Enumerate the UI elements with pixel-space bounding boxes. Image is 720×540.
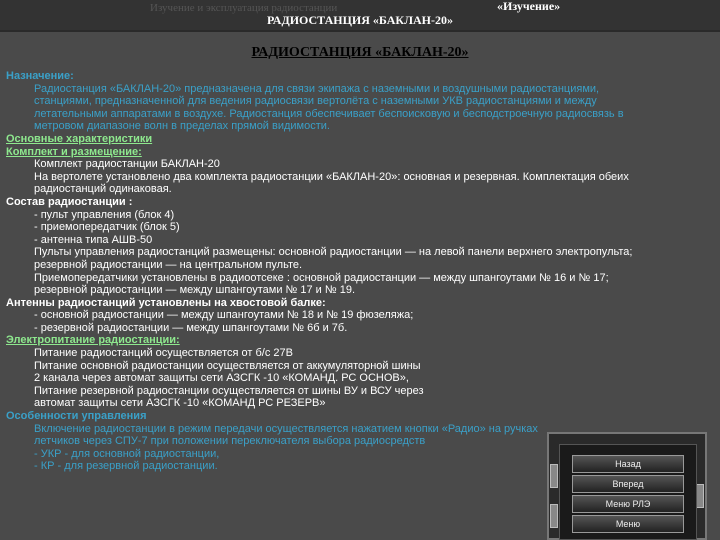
kit-line: радиостанций одинаковая. — [34, 183, 172, 196]
panel-hinge — [696, 484, 704, 508]
power-line: Питание основной радиостанции осуществля… — [34, 359, 421, 372]
composition-line: - антенна типа АШВ-50 — [34, 233, 153, 246]
panel-hinge — [550, 464, 558, 488]
mode-badge: «Изучение» — [497, 0, 561, 13]
composition-heading: Состав радиостанции : — [6, 195, 133, 208]
header-title: РАДИОСТАНЦИЯ «БАКЛАН-20» — [266, 13, 454, 27]
power-line: 2 канала через автомат защиты сети АЗСГК… — [34, 372, 409, 385]
composition-line: резервной радиостанции — между шпангоута… — [34, 284, 356, 297]
composition-line: Приемопередатчики установлены в радиоотс… — [34, 271, 609, 284]
power-line: Питание радиостанций осуществляется от б… — [34, 347, 293, 360]
kit-line: Комплект радиостанции БАКЛАН-20 — [34, 158, 220, 171]
rle-menu-button[interactable]: Меню РЛЭ — [572, 495, 684, 513]
kit-line: На вертолете установлено два комплекта р… — [34, 170, 629, 183]
power-line: Питание резервной радиостанции осуществл… — [34, 384, 424, 397]
characteristics-link[interactable]: Основные характеристики — [6, 133, 696, 146]
back-button[interactable]: Назад — [572, 455, 684, 473]
top-bar: Изучение и эксплуатация радиостанции «Из… — [0, 0, 720, 30]
divider — [0, 30, 720, 32]
page-title: РАДИОСТАНЦИЯ «БАКЛАН-20» — [251, 45, 469, 60]
purpose-line: метровом диапазоне волн в пределах прямо… — [34, 120, 330, 133]
power-heading[interactable]: Электропитание радиостанции: — [6, 334, 696, 347]
antennas-line: - резервной радиостанции — между шпангоу… — [34, 321, 348, 334]
composition-line: резервной радиостанции — на центральном … — [34, 258, 303, 271]
forward-button[interactable]: Вперед — [572, 475, 684, 493]
purpose-line: станциями, предназначенной для ведения р… — [34, 95, 597, 108]
antennas-line: - основной радиостанции — между шпангоут… — [34, 309, 414, 322]
composition-line: Пульты управления радиостанций размещены… — [34, 246, 633, 259]
antennas-heading: Антенны радиостанций установлены на хвос… — [6, 296, 326, 309]
purpose-line: Радиостанция «БАКЛАН-20» предназначена д… — [34, 82, 600, 95]
control-heading: Особенности управления — [6, 410, 147, 423]
main-content: Назначение: Радиостанция «БАКЛАН-20» пре… — [6, 70, 696, 473]
purpose-heading: Назначение: — [6, 70, 74, 82]
kit-heading[interactable]: Комплект и размещение: — [6, 146, 696, 159]
panel-hinge — [550, 504, 558, 528]
composition-line: - пульт управления (блок 4) — [34, 208, 175, 221]
navigation-buttons: Назад Вперед Меню РЛЭ Меню — [559, 444, 697, 540]
main-menu-button[interactable]: Меню — [572, 515, 684, 533]
composition-line: - приемопередатчик (блок 5) — [34, 221, 180, 234]
power-line: автомат защиты сети АЗСГК -10 «КОМАНД РС… — [34, 397, 326, 410]
purpose-line: летательными аппаратами в воздухе. Радио… — [34, 107, 624, 120]
navigation-panel: Назад Вперед Меню РЛЭ Меню — [547, 432, 707, 540]
